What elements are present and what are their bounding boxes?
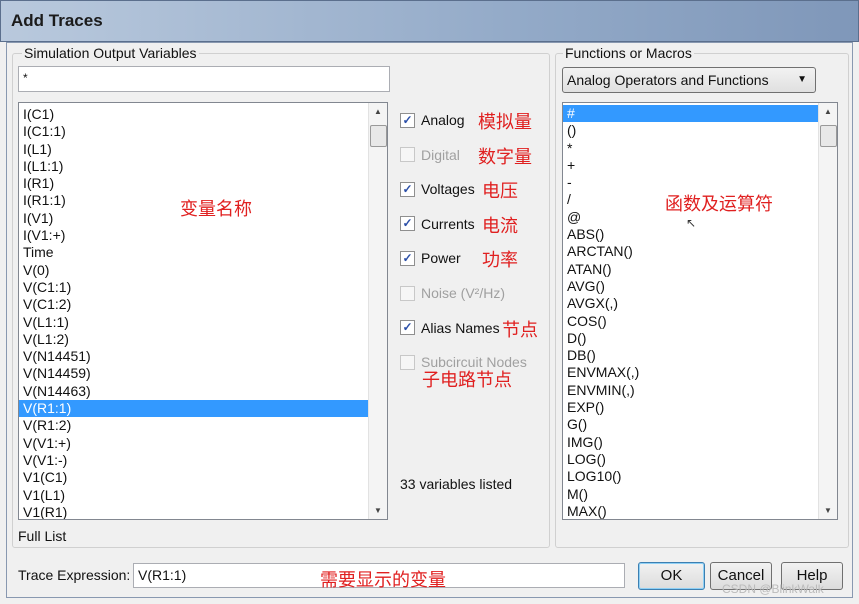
chevron-down-icon: ▼	[797, 74, 807, 85]
list-item[interactable]: -	[563, 174, 837, 191]
checkbox[interactable]: ✓	[400, 320, 415, 336]
list-item[interactable]: ()	[563, 122, 837, 139]
list-item[interactable]: V(V1:-)	[19, 452, 387, 469]
watermark: CSDN @BlinkWalk	[722, 582, 824, 596]
list-item[interactable]: V(L1:1)	[19, 314, 387, 331]
list-item[interactable]: D()	[563, 330, 837, 347]
checkbox[interactable]	[400, 354, 415, 370]
list-item[interactable]: AVG()	[563, 278, 837, 295]
list-item[interactable]: EXP()	[563, 399, 837, 416]
list-item[interactable]: V(R1:1)	[19, 400, 387, 418]
list-item[interactable]: I(C1:1)	[19, 123, 387, 140]
function-category-select[interactable]: Analog Operators and Functions ▼	[562, 67, 816, 93]
list-item[interactable]: M()	[563, 486, 837, 503]
list-item[interactable]: I(R1)	[19, 175, 387, 192]
list-item[interactable]: V(V1:+)	[19, 435, 387, 452]
checkbox[interactable]: ✓	[400, 112, 415, 128]
functions-label: Functions or Macros	[563, 45, 694, 61]
list-item[interactable]: V(C1:1)	[19, 279, 387, 296]
simulation-output-label: Simulation Output Variables	[22, 45, 199, 61]
variables-list[interactable]: I(C1) I(C1:1) I(L1) I(L1:1) I(R1) I(R1:1) I(V1…	[18, 102, 388, 520]
list-item[interactable]: V(N14451)	[19, 348, 387, 365]
scrollbar[interactable]: ▲ ▼	[368, 103, 387, 519]
list-item[interactable]: IMG()	[563, 434, 837, 451]
list-item[interactable]: LOG()	[563, 451, 837, 468]
list-item[interactable]: V1(R1)	[19, 504, 387, 519]
checkbox-option[interactable]: ✓ Currents	[400, 216, 475, 232]
annotation-option: 数字量	[478, 146, 532, 167]
checkbox[interactable]: ✓	[400, 181, 415, 197]
list-item[interactable]: V(N14463)	[19, 383, 387, 400]
checkbox-label: Alias Names	[421, 319, 500, 336]
list-item[interactable]: LOG10()	[563, 468, 837, 485]
list-item[interactable]: ATAN()	[563, 261, 837, 278]
checkbox[interactable]	[400, 285, 415, 301]
variables-count: 33 variables listed	[400, 476, 513, 492]
variable-filter-input[interactable]: *	[18, 66, 390, 92]
list-item[interactable]: Time	[19, 244, 387, 261]
list-item[interactable]: I(L1)	[19, 141, 387, 158]
checkbox-label: Noise (V²/Hz)	[421, 285, 506, 301]
annotation-option: 子电路节点	[422, 370, 512, 391]
list-item[interactable]: *	[563, 140, 837, 157]
annotation-option: 电压	[482, 181, 518, 202]
list-item[interactable]: V1(C1)	[19, 469, 387, 486]
checkbox-label: Digital	[421, 146, 460, 163]
checkbox-option[interactable]: Digital	[400, 147, 460, 163]
window-title: Add Traces	[11, 11, 103, 30]
list-item[interactable]: V(R1:2)	[19, 417, 387, 434]
checkbox-label: Analog	[421, 112, 465, 128]
checkbox[interactable]: ✓	[400, 216, 415, 232]
list-item[interactable]: ARCTAN()	[563, 243, 837, 260]
list-item[interactable]: MAX()	[563, 503, 837, 519]
mouse-cursor-icon: ↖	[686, 216, 697, 230]
checkbox-label: Currents	[421, 215, 475, 232]
annotation-functions: 函数及运算符	[665, 194, 773, 214]
annotation-expression: 需要显示的变量	[320, 570, 446, 590]
checkbox-option[interactable]: Noise (V²/Hz)	[400, 285, 505, 301]
checkbox-label: Power	[421, 250, 461, 267]
checkbox[interactable]: ✓	[400, 250, 415, 266]
list-item[interactable]: V(C1:2)	[19, 296, 387, 313]
annotation-option: 功率	[482, 250, 518, 271]
full-list-label: Full List	[18, 528, 67, 544]
list-item[interactable]: I(L1:1)	[19, 158, 387, 175]
list-item[interactable]: V(L1:2)	[19, 331, 387, 348]
title-bar: Add Traces	[0, 0, 859, 42]
list-item[interactable]: V1(L1)	[19, 487, 387, 504]
scrollbar[interactable]: ▲ ▼	[818, 103, 837, 519]
list-item[interactable]: DB()	[563, 347, 837, 364]
list-item[interactable]: V(0)	[19, 262, 387, 279]
ok-button[interactable]: OK	[638, 562, 705, 590]
functions-list[interactable]: #() * + - / @ ABS() ARCTAN() ATAN() AVG() AVGX(,) C…	[562, 102, 838, 520]
checkbox-option[interactable]: ✓ Power	[400, 250, 461, 266]
annotation-option: 模拟量	[478, 112, 532, 132]
list-item[interactable]: V(N14459)	[19, 365, 387, 382]
list-item[interactable]: +	[563, 157, 837, 174]
checkbox-option[interactable]: ✓ Alias Names	[400, 320, 500, 336]
list-item[interactable]: #	[563, 105, 837, 123]
checkbox-option[interactable]: ✓ Analog	[400, 112, 465, 128]
list-item[interactable]: ENVMIN(,)	[563, 382, 837, 399]
list-item[interactable]: G()	[563, 416, 837, 433]
list-item[interactable]: ABS()	[563, 226, 837, 243]
list-item[interactable]: I(C1)	[19, 106, 387, 123]
list-item[interactable]: COS()	[563, 313, 837, 330]
checkbox-label: Voltages	[421, 181, 475, 198]
list-item[interactable]: ENVMAX(,)	[563, 364, 837, 381]
combo-value: Analog Operators and Functions	[567, 72, 769, 88]
annotation-option: 节点	[502, 319, 538, 340]
trace-expression-label: Trace Expression:	[18, 567, 131, 583]
checkbox[interactable]	[400, 147, 415, 163]
list-item[interactable]: I(V1:+)	[19, 227, 387, 244]
list-item[interactable]: AVGX(,)	[563, 295, 837, 312]
annotation-variables: 变量名称	[180, 199, 252, 219]
checkbox-option[interactable]: ✓ Voltages	[400, 181, 475, 197]
annotation-option: 电流	[482, 215, 518, 236]
